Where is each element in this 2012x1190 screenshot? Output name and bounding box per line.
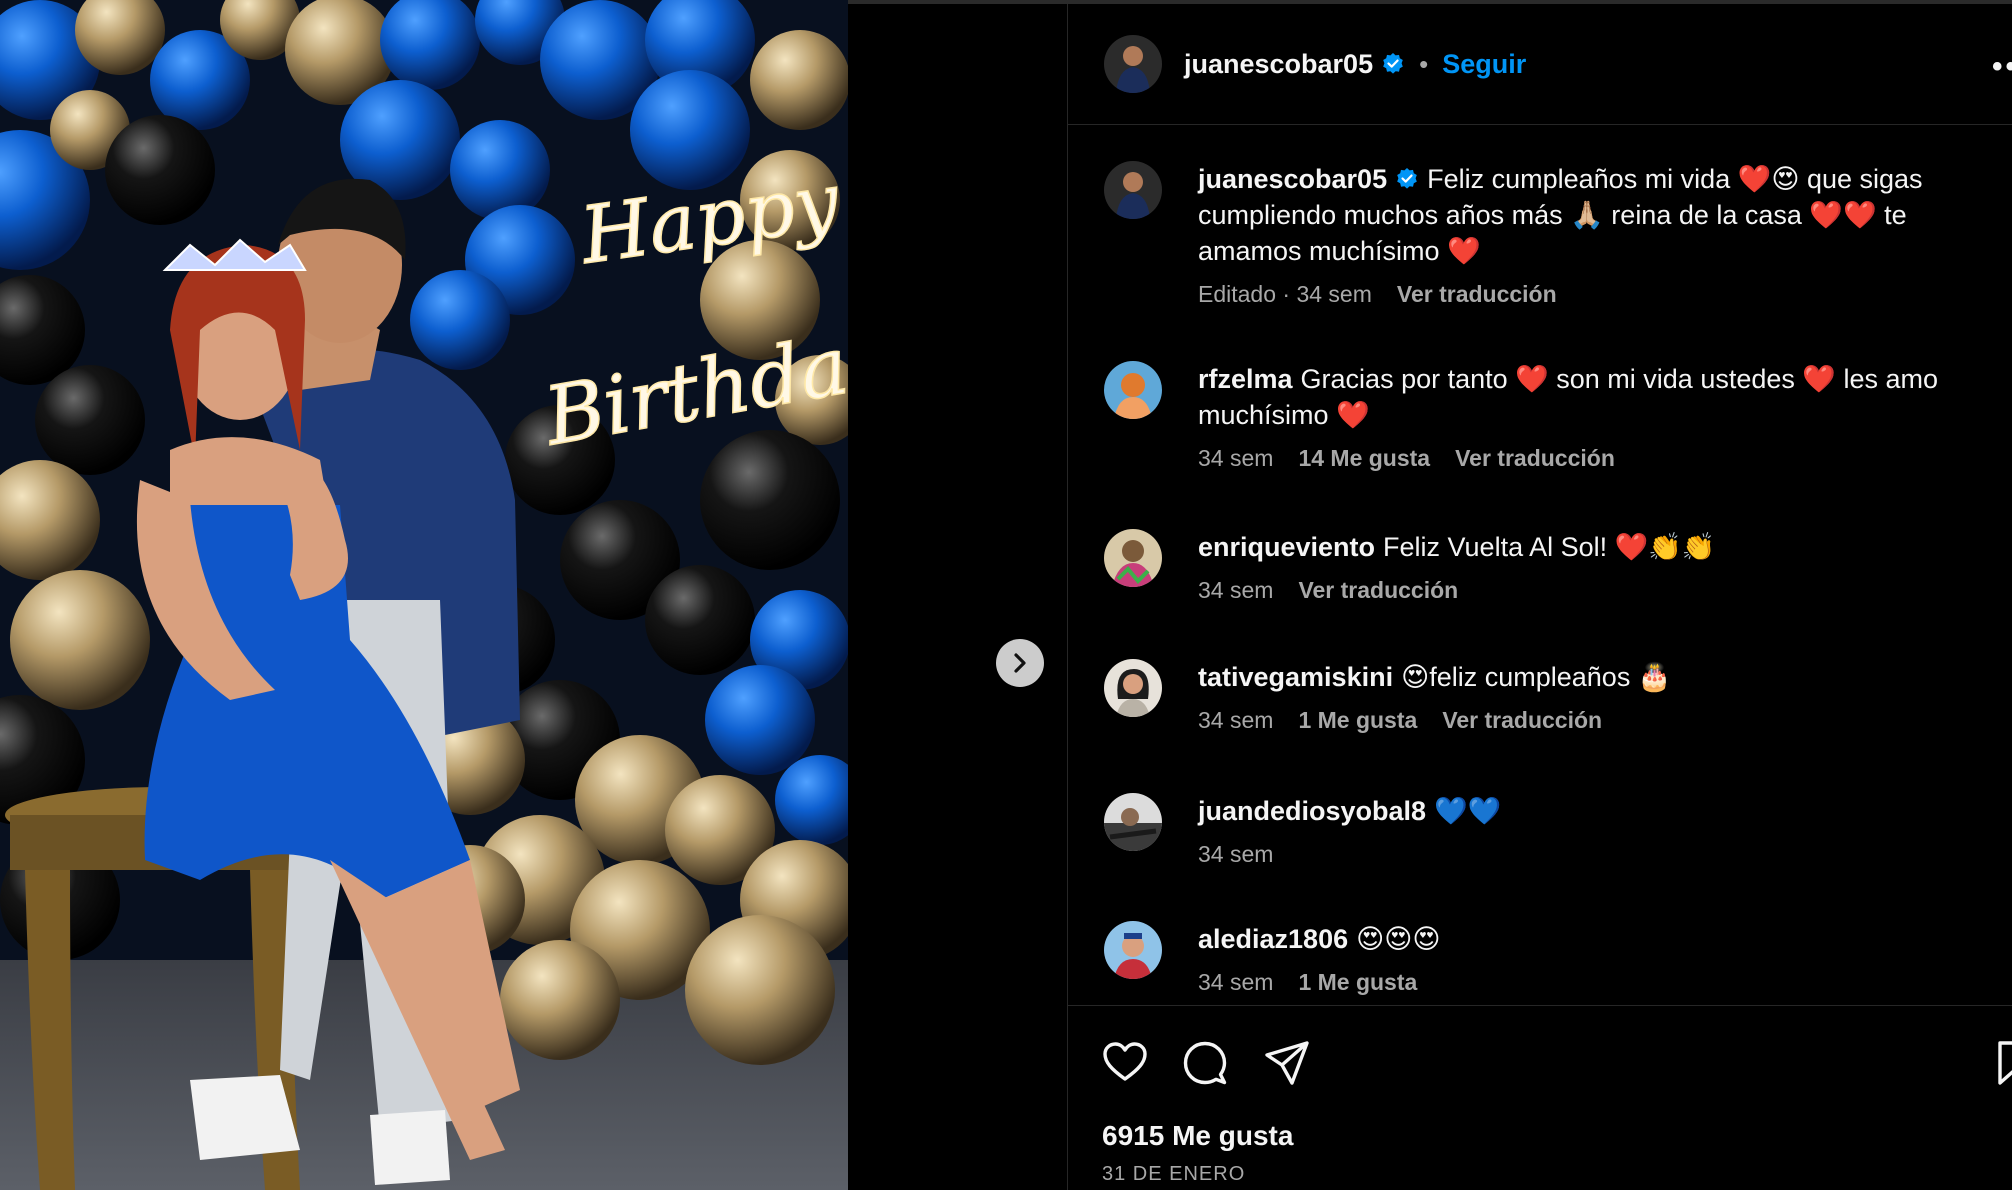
balloon bbox=[10, 570, 150, 710]
commenter-avatar[interactable] bbox=[1104, 361, 1162, 419]
balloon bbox=[105, 115, 215, 225]
comment-username[interactable]: enriqueviento bbox=[1198, 532, 1375, 562]
commenter-avatar[interactable] bbox=[1104, 659, 1162, 717]
carousel-next-button[interactable] bbox=[996, 639, 1044, 687]
comment-item: alediaz1806 😍😍😍 34 sem 1 Me gusta bbox=[1104, 921, 2004, 996]
caption: juanescobar05 Feliz cumpleaños mi vida ❤… bbox=[1104, 161, 2004, 308]
comment-item: tativegamiskini 😍feliz cumpleaños 🎂 34 se… bbox=[1104, 659, 2004, 734]
comment-likes[interactable]: 1 Me gusta bbox=[1298, 707, 1417, 734]
comment-item: enriqueviento Feliz Vuelta Al Sol! ❤️👏👏 3… bbox=[1104, 529, 2004, 604]
post-header: juanescobar05 • Seguir •• bbox=[1068, 4, 2012, 125]
verified-badge-icon bbox=[1383, 53, 1403, 74]
verified-badge-icon bbox=[1397, 168, 1417, 189]
commenter-avatar[interactable] bbox=[1104, 793, 1162, 851]
balloon bbox=[705, 665, 815, 775]
caption-text: juanescobar05 Feliz cumpleaños mi vida ❤… bbox=[1198, 161, 1978, 269]
comment-likes[interactable]: 14 Me gusta bbox=[1298, 445, 1430, 472]
comment-time: 34 sem bbox=[1198, 577, 1274, 603]
post-side-panel: juanescobar05 • Seguir •• juanescobar05 bbox=[1067, 4, 2012, 1190]
commenter-avatar[interactable] bbox=[1104, 529, 1162, 587]
comment-time: 34 sem bbox=[1198, 841, 1274, 867]
comment-text: Feliz Vuelta Al Sol! ❤️👏👏 bbox=[1383, 532, 1716, 562]
comment-icon[interactable] bbox=[1180, 1038, 1230, 1088]
comment-text: Gracias por tanto ❤️ son mi vida ustedes… bbox=[1198, 364, 1939, 430]
comment-time: 34 sem bbox=[1198, 969, 1274, 995]
comment-time: 34 sem bbox=[1198, 445, 1274, 471]
comment-username[interactable]: alediaz1806 bbox=[1198, 924, 1348, 954]
comment-time: 34 sem bbox=[1198, 707, 1274, 733]
comment-translate-link[interactable]: Ver traducción bbox=[1298, 577, 1458, 604]
balloon bbox=[450, 120, 550, 220]
comment-item: rfzelma Gracias por tanto ❤️ son mi vida … bbox=[1104, 361, 2004, 472]
balloon bbox=[700, 430, 840, 570]
post-photo[interactable]: Happy Birthday bbox=[0, 0, 848, 1190]
balloon bbox=[750, 30, 848, 130]
comment-translate-link[interactable]: Ver traducción bbox=[1455, 445, 1615, 472]
share-icon[interactable] bbox=[1262, 1038, 1312, 1088]
balloon bbox=[685, 915, 835, 1065]
comment-text: 😍😍😍 bbox=[1356, 924, 1441, 954]
post-actions: 6915 Me gusta 31 DE ENERO bbox=[1068, 1005, 2012, 1190]
commenter-avatar[interactable] bbox=[1104, 921, 1162, 979]
balloon bbox=[500, 940, 620, 1060]
comment-username[interactable]: rfzelma bbox=[1198, 364, 1293, 394]
bookmark-icon[interactable] bbox=[1992, 1038, 2012, 1088]
follow-button[interactable]: Seguir bbox=[1442, 49, 1526, 80]
balloon bbox=[35, 365, 145, 475]
comment-item: juandediosyobal8 💙💙 34 sem bbox=[1104, 793, 2004, 868]
balloon bbox=[645, 565, 755, 675]
comment-username[interactable]: juandediosyobal8 bbox=[1198, 796, 1426, 826]
likes-count[interactable]: 6915 Me gusta bbox=[1102, 1120, 1293, 1152]
comment-text: 😍feliz cumpleaños 🎂 bbox=[1401, 662, 1672, 692]
comments-list[interactable]: juanescobar05 Feliz cumpleaños mi vida ❤… bbox=[1068, 125, 2012, 1005]
post-date[interactable]: 31 DE ENERO bbox=[1102, 1163, 1245, 1186]
caption-translate-link[interactable]: Ver traducción bbox=[1397, 281, 1557, 308]
more-options-icon[interactable]: •• bbox=[1992, 50, 2012, 84]
caption-edited-time: Editado · 34 sem bbox=[1198, 281, 1372, 307]
comment-username[interactable]: tativegamiskini bbox=[1198, 662, 1393, 692]
header-separator: • bbox=[1419, 48, 1429, 79]
author-avatar[interactable] bbox=[1104, 35, 1162, 93]
heart-icon[interactable] bbox=[1100, 1038, 1150, 1088]
author-username[interactable]: juanescobar05 bbox=[1184, 49, 1373, 80]
chevron-right-icon bbox=[1014, 653, 1026, 673]
caption-username[interactable]: juanescobar05 bbox=[1198, 164, 1387, 194]
caption-meta: Editado · 34 sem Ver traducción bbox=[1198, 281, 1978, 308]
comment-text: 💙💙 bbox=[1434, 796, 1502, 826]
comment-translate-link[interactable]: Ver traducción bbox=[1442, 707, 1602, 734]
birthday-photo-illustration: Happy Birthday bbox=[0, 0, 848, 1190]
caption-avatar[interactable] bbox=[1104, 161, 1162, 219]
balloon bbox=[410, 270, 510, 370]
comment-likes[interactable]: 1 Me gusta bbox=[1298, 969, 1417, 996]
